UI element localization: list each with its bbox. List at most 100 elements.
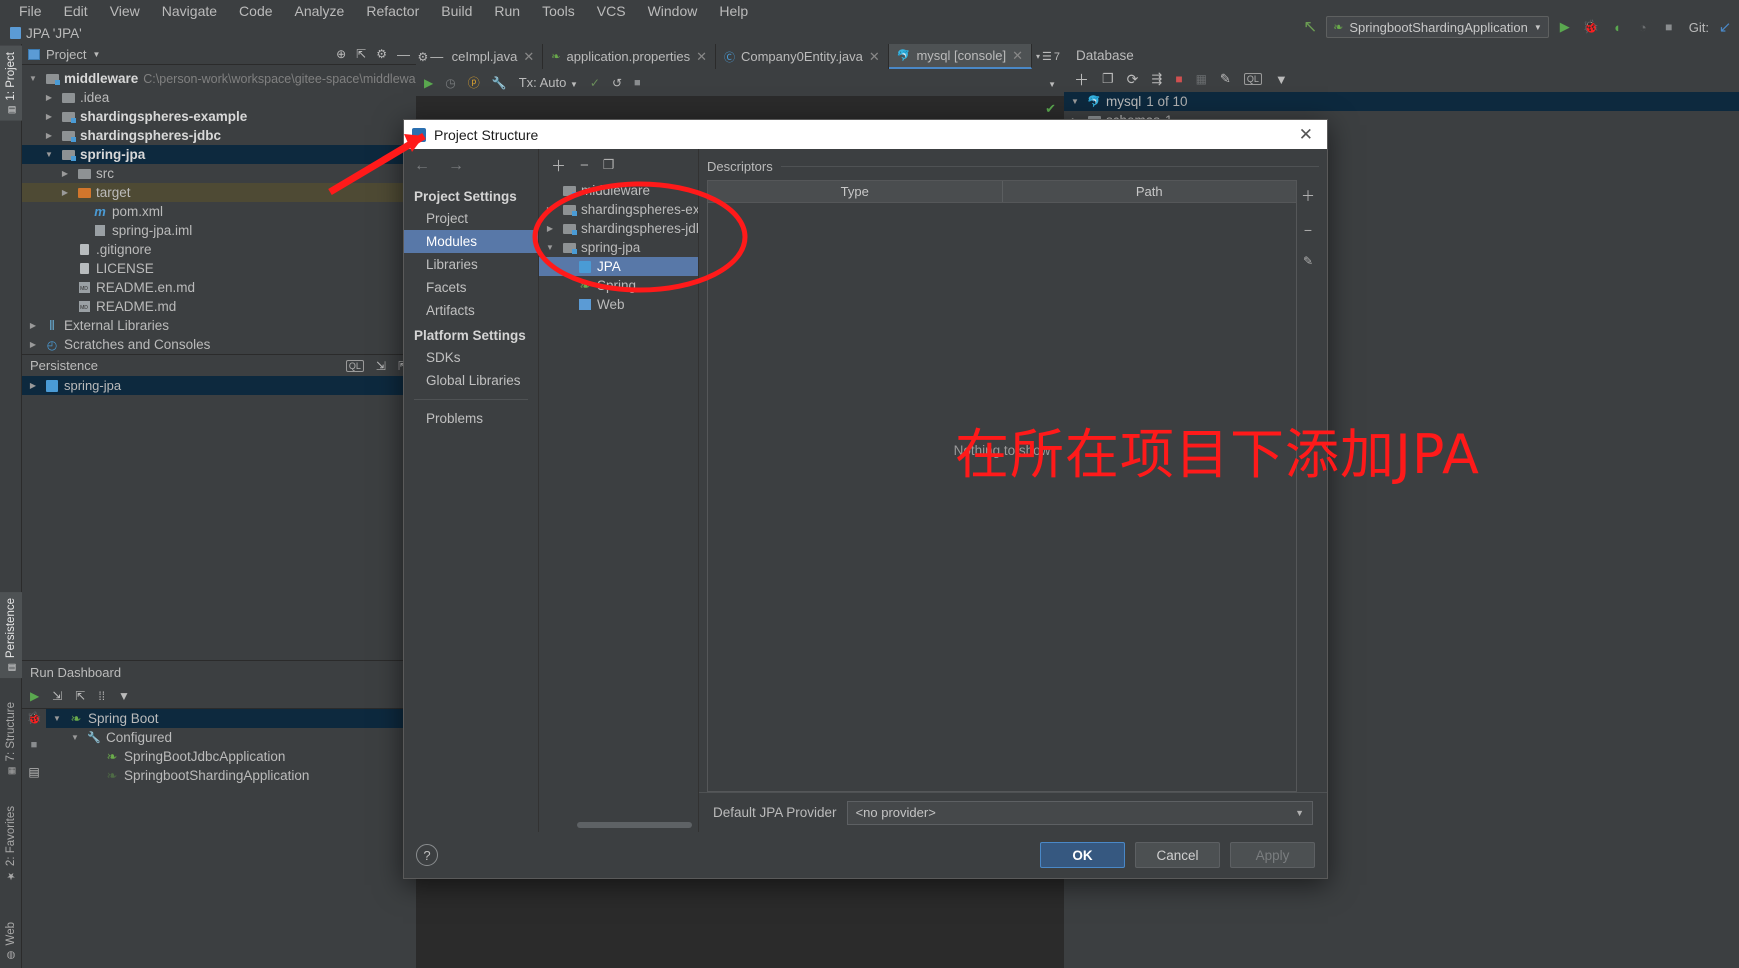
editor-settings-gear-icon[interactable]: ⚙ [416,44,430,69]
tree-row[interactable]: ▶ src [22,164,416,183]
edit-descriptor-icon[interactable]: ✎ [1303,254,1313,268]
run-dashboard-tree[interactable]: ▼ ❧ Spring Boot ▼ 🔧 Configured ❧ SpringBootJdbc… [46,709,416,785]
debug-icon[interactable]: 🐞 [27,711,42,725]
tree-row[interactable]: MD README.md [22,297,416,316]
stop-icon[interactable]: ■ [1175,72,1182,86]
tree-row[interactable]: m pom.xml [22,202,416,221]
twisty-collapsed-icon[interactable]: ▶ [26,381,40,390]
tree-row[interactable]: ▼ 🔧 Configured [46,728,416,747]
editor-hide-icon[interactable]: — [430,44,444,69]
twisty-expanded-icon[interactable]: ▼ [68,733,82,742]
back-arrow-icon[interactable]: ← [414,157,430,175]
tree-row[interactable]: ▼ spring-jpa [539,238,698,257]
module-tree-scrollbar[interactable] [539,822,698,832]
collapse-all-icon[interactable]: ⇱ [356,47,366,61]
tool-button-favorites[interactable]: ★ 2: Favorites [0,800,22,887]
twisty-collapsed-icon[interactable]: ▶ [42,131,56,140]
menu-item-file[interactable]: File [8,1,53,21]
menu-item-tools[interactable]: Tools [531,1,586,21]
remove-descriptor-icon[interactable]: − [1304,222,1312,238]
rollback-icon[interactable]: ↺ [612,76,622,90]
menu-item-edit[interactable]: Edit [53,1,99,21]
settings-gear-icon[interactable]: ⚙ [376,47,387,61]
filter-icon[interactable]: ▼ [1275,72,1288,87]
run-with-coverage-icon[interactable]: ◖ [1607,17,1627,37]
tree-row[interactable]: Web [539,295,698,314]
menu-item-analyze[interactable]: Analyze [284,1,356,21]
twisty-expanded-icon[interactable]: ▼ [1068,97,1082,106]
module-tree[interactable]: middleware ▶ shardingspheres-example ▶ shard… [539,181,698,822]
menu-item-vcs[interactable]: VCS [586,1,637,21]
tree-row[interactable]: JPA [539,257,698,276]
chevron-down-icon[interactable]: ▼ [92,50,100,59]
history-icon[interactable]: ◷ [445,76,455,90]
menu-item-run[interactable]: Run [483,1,531,21]
expand-all-icon[interactable]: ⇲ [376,359,386,373]
close-icon[interactable]: ✕ [869,49,880,65]
add-descriptor-icon[interactable]: ＋ [1301,186,1315,206]
run-icon[interactable]: ▶ [1555,17,1575,37]
editor-tab[interactable]: ❧ application.properties ✕ [543,44,716,69]
dialog-nav-item-sdks[interactable]: SDKs [404,346,538,369]
tool-button-persistence[interactable]: ▤ Persistence [0,592,22,679]
filter-icon[interactable]: ▼ [118,689,130,703]
ok-button[interactable]: OK [1040,842,1125,868]
tree-row[interactable]: LICENSE [22,259,416,278]
stop-icon[interactable]: ■ [1659,17,1679,37]
tree-row[interactable]: ▼ 🐬 mysql 1 of 10 [1064,92,1739,111]
tree-row[interactable]: middleware [539,181,698,200]
menu-item-view[interactable]: View [99,1,151,21]
menu-item-code[interactable]: Code [228,1,283,21]
twisty-collapsed-icon[interactable]: ▶ [543,224,557,233]
tree-row[interactable]: ❧ Spring [539,276,698,295]
descriptors-table-body[interactable]: Nothing to show [708,203,1296,791]
twisty-expanded-icon[interactable]: ▼ [42,150,56,159]
close-icon[interactable]: ✕ [1293,125,1319,145]
project-tree[interactable]: ▼ middleware C:\person-work\workspace\gite… [22,65,427,354]
forward-arrow-icon[interactable]: → [448,157,464,175]
profile-icon[interactable]: ◔ [1633,17,1653,37]
debug-icon[interactable]: 🐞 [1581,17,1601,37]
refresh-icon[interactable]: ⟳ [1127,71,1139,88]
parameters-icon[interactable]: ⓟ [468,74,480,91]
tree-row[interactable]: ▶ shardingspheres-example [22,107,416,126]
twisty-expanded-icon[interactable]: ▼ [50,714,64,723]
dialog-nav-item-modules[interactable]: Modules [404,230,538,253]
tree-row[interactable]: ▶ shardingspheres-jdbc [539,219,698,238]
run-configuration-selector[interactable]: ❧ SpringbootShardingApplication ▼ [1326,16,1549,38]
hide-window-icon[interactable]: — [397,47,410,62]
query-console-icon[interactable]: QL [1243,73,1262,85]
help-button[interactable]: ? [416,844,438,866]
generate-sql-icon[interactable]: QL [345,359,364,372]
twisty-collapsed-icon[interactable]: ▶ [42,93,56,102]
editor-tab[interactable]: 🐬 mysql [console] ✕ [888,44,1032,69]
tree-row[interactable]: spring-jpa.iml [22,221,416,240]
add-data-source-icon[interactable]: ＋ [1074,69,1089,90]
close-icon[interactable]: ✕ [1012,48,1023,64]
twisty-collapsed-icon[interactable]: ▶ [58,169,72,178]
tree-row[interactable]: ▶ shardingspheres-example [539,200,698,219]
dialog-nav-item-facets[interactable]: Facets [404,276,538,299]
menu-item-help[interactable]: Help [708,1,759,21]
twisty-collapsed-icon[interactable]: ▶ [58,188,72,197]
default-jpa-provider-select[interactable]: <no provider> ▼ [846,800,1313,825]
persistence-tree[interactable]: ▶ spring-jpa [22,376,416,395]
transaction-mode-label[interactable]: Tx: Auto ▼ [519,75,578,90]
add-module-icon[interactable]: ＋ [551,155,566,176]
tree-row[interactable]: ▼ middleware C:\person-work\workspace\gite… [22,69,427,88]
cancel-button[interactable]: Cancel [1135,842,1220,868]
editor-tab[interactable]: ceImpl.java ✕ [444,44,544,69]
column-header-type[interactable]: Type [708,181,1003,202]
tree-row[interactable]: ▶ target [22,183,416,202]
copy-module-icon[interactable]: ❐ [603,157,615,173]
dialog-nav-item-problems[interactable]: Problems [404,407,538,430]
git-update-icon[interactable]: ↙ [1715,17,1735,37]
tree-row[interactable]: ▶ .idea [22,88,416,107]
tree-row[interactable]: ▼ spring-jpa [22,145,416,164]
twisty-expanded-icon[interactable]: ▼ [543,243,557,252]
update-project-icon[interactable]: ↖ [1300,17,1320,37]
twisty-collapsed-icon[interactable]: ▶ [543,205,557,214]
commit-icon[interactable]: ✓ [590,76,600,90]
twisty-expanded-icon[interactable]: ▼ [26,74,40,83]
locate-icon[interactable]: ⊕ [336,47,346,61]
